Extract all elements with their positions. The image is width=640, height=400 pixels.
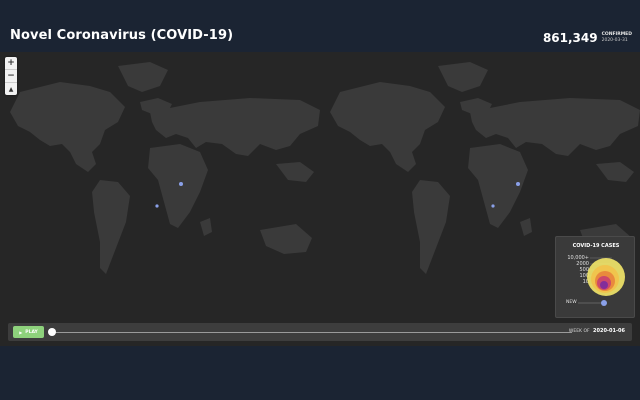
timeline-track[interactable] [52,332,572,333]
timeline-handle[interactable] [48,328,56,336]
reset-north-button[interactable]: ▲ [5,83,17,95]
confirmed-stats: 861,349 CONFIRMED 2020-03-31 [543,31,632,45]
page-footer [0,346,640,400]
cases-legend: COVID-19 CASES 10,000+ 2000 500 100 10 N… [555,236,635,318]
legend-circles [578,257,625,306]
header: Novel Coronavirus (COVID-19) 861,349 CON… [0,0,640,52]
zoom-control: + − ▲ [5,57,17,95]
land-copy-1 [10,62,320,274]
confirmed-label: CONFIRMED [601,32,632,37]
confirmed-count: 861,349 [542,31,598,45]
case-marker [179,182,183,186]
timeline-bar: ▶ PLAY WEEK OF 2020-01-06 [8,323,632,341]
legend-new-label: NEW [566,300,577,305]
zoom-out-button[interactable]: − [5,70,17,83]
legend-new-dot [601,300,607,306]
week-indicator: WEEK OF 2020-01-06 [569,328,625,334]
case-marker [516,182,520,186]
week-label: WEEK OF [568,329,590,334]
case-marker [155,204,159,208]
confirmed-meta: CONFIRMED 2020-03-31 [601,32,632,43]
case-markers [155,182,520,208]
play-label: PLAY [25,329,38,335]
world-map[interactable] [0,52,640,346]
page-title: Novel Coronavirus (COVID-19) [10,28,234,43]
play-icon: ▶ [19,329,23,335]
case-marker [491,204,495,208]
confirmed-date: 2020-03-31 [601,37,628,43]
world-map-canvas[interactable] [0,52,640,346]
legend-circle-10 [600,281,608,289]
zoom-in-button[interactable]: + [5,57,17,70]
week-value: 2020-01-06 [593,328,625,334]
play-button[interactable]: ▶ PLAY [13,326,44,338]
